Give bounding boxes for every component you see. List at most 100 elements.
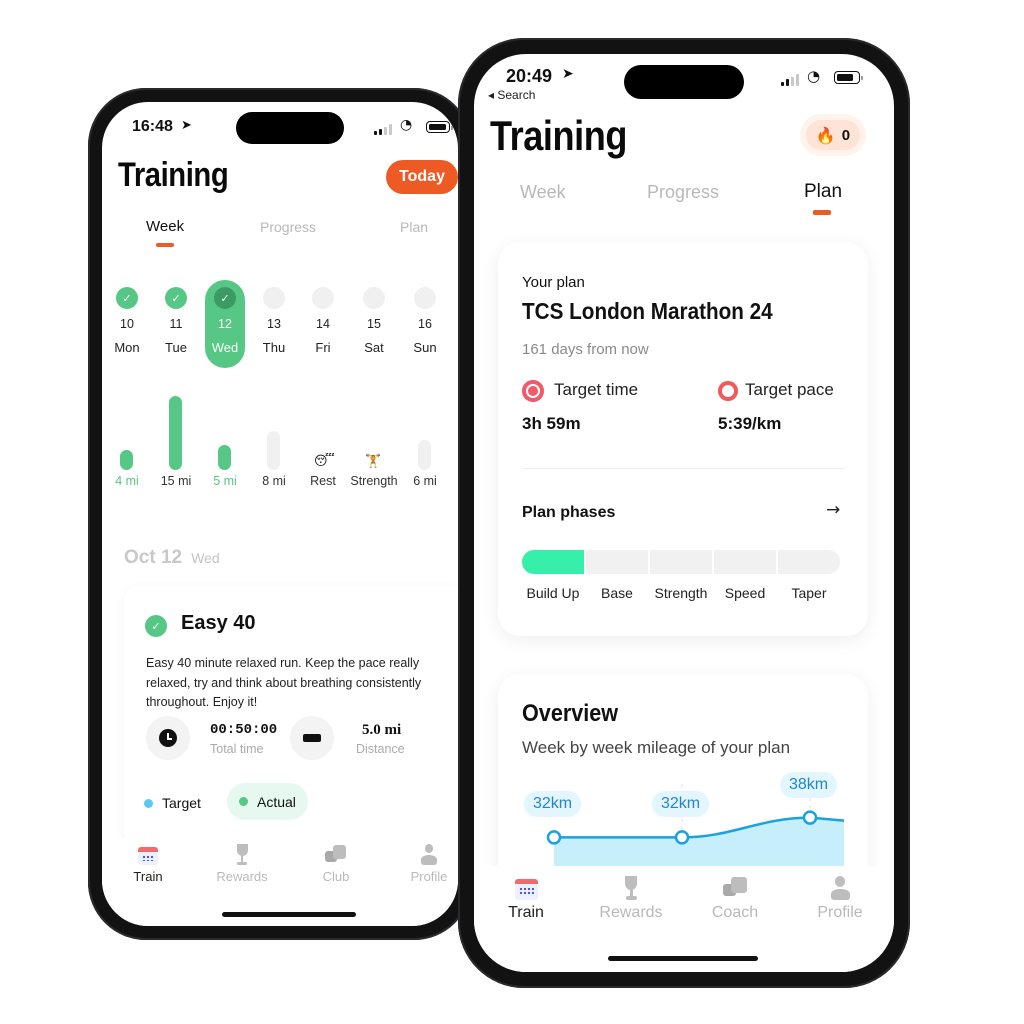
trophy-icon — [231, 844, 253, 866]
pending-dot — [414, 287, 436, 309]
pending-dot — [263, 287, 285, 309]
day-thu[interactable]: 13 Thu — [254, 284, 294, 374]
location-arrow-icon: ➤ — [562, 66, 574, 82]
mileage-point — [674, 830, 690, 845]
left-phone-screen: 16:48 ➤ ◔ Training Today Week Progress P… — [102, 102, 458, 926]
plan-card[interactable]: Your plan TCS London Marathon 24 161 day… — [498, 242, 868, 636]
tab-plan[interactable]: Plan — [804, 181, 842, 203]
day-number: 12 — [218, 317, 232, 331]
day-sat[interactable]: 15 Sat — [354, 284, 394, 374]
check-icon: ✓ — [214, 287, 236, 309]
target-dot — [144, 798, 153, 808]
stopwatch-icon — [718, 381, 738, 401]
toggle-target-label: Target — [162, 795, 201, 811]
target-pace-value: 5:39/km — [718, 414, 782, 433]
wifi-icon: ◔ — [807, 67, 821, 85]
day-fri[interactable]: 14 Fri — [303, 284, 343, 374]
pending-dot — [363, 287, 385, 309]
tabbar-label: Profile — [817, 904, 863, 921]
phase-segment-speed[interactable] — [714, 550, 776, 574]
day-mon[interactable]: ✓ 10 Mon — [107, 284, 147, 374]
phase-label: Strength — [654, 585, 708, 601]
day-number: 15 — [367, 317, 381, 331]
day-number: 13 — [267, 317, 281, 331]
day-number: 11 — [169, 317, 183, 331]
clock-icon — [159, 729, 177, 747]
tab-plan[interactable]: Plan — [400, 219, 428, 235]
tabbar-rewards[interactable]: Rewards — [202, 844, 282, 884]
back-to-search-link[interactable]: ◂ Search — [488, 88, 535, 102]
phase-segment-base[interactable] — [586, 550, 648, 574]
mileage-data-label: 32km — [652, 791, 710, 818]
day-tue[interactable]: ✓ 11 Tue — [156, 284, 196, 374]
tab-week[interactable]: Week — [146, 218, 184, 235]
plan-phases-arrow-icon[interactable]: → — [826, 500, 840, 520]
workout-description: Easy 40 minute relaxed run. Keep the pac… — [146, 656, 422, 709]
tabbar-profile[interactable]: Profile — [800, 876, 880, 922]
target-time-label: Target time — [554, 380, 639, 399]
day-sun[interactable]: 16 Sun — [405, 284, 445, 374]
day-wed[interactable]: ✓ 12 Wed — [205, 280, 245, 368]
target-pace-label: Target pace — [745, 380, 834, 399]
date-header: Oct 12 Wed — [124, 547, 220, 569]
weightlifter-icon: 🏋 — [365, 454, 382, 469]
tab-week[interactable]: Week — [520, 182, 566, 203]
mileage-data-label: 38km — [780, 771, 838, 798]
overview-title: Overview — [522, 700, 619, 727]
workout-card[interactable]: ✓ Easy 40 Easy 40 minute relaxed run. Ke… — [124, 586, 458, 846]
tabbar-label: Club — [322, 869, 350, 884]
mileage-bar — [169, 396, 182, 470]
streak-badge[interactable]: 🔥 0 — [800, 114, 866, 156]
tabbar-profile[interactable]: Profile — [389, 844, 458, 884]
distance-value: 5.0 mi — [362, 722, 402, 738]
phase-segment-taper[interactable] — [778, 550, 840, 574]
check-icon: ✓ — [165, 287, 187, 309]
phase-segment-strength[interactable] — [650, 550, 712, 574]
right-phone-screen: 20:49 ➤ ◂ Search ◔ Training 🔥 0 Week Pro… — [474, 54, 894, 972]
mileage-bar — [120, 450, 133, 470]
toggle-target[interactable]: Target — [144, 786, 201, 820]
tabbar-rewards[interactable]: Rewards — [591, 876, 671, 922]
total-time-value: 00:50:00 — [210, 722, 278, 738]
today-button[interactable]: Today — [386, 160, 458, 194]
day-number: 10 — [120, 317, 134, 331]
tabbar-coach[interactable]: Coach — [695, 876, 775, 922]
distance-label: Distance — [356, 742, 405, 756]
divider — [522, 468, 844, 469]
flame-icon: 🔥 — [815, 125, 836, 145]
phase-segment-build-up[interactable] — [522, 550, 584, 574]
dynamic-island — [624, 65, 744, 99]
right-phone: 20:49 ➤ ◂ Search ◔ Training 🔥 0 Week Pro… — [458, 38, 910, 988]
mileage-bar — [267, 430, 280, 470]
plan-countdown: 161 days from now — [522, 341, 649, 358]
status-time: 20:49 — [506, 66, 553, 86]
tabbar-label: Train — [133, 869, 163, 884]
target-icon — [522, 380, 544, 402]
tabbar-train[interactable]: Train — [108, 844, 188, 884]
person-icon — [828, 876, 853, 901]
day-name: Mon — [114, 340, 140, 355]
pending-dot — [312, 287, 334, 309]
tabbar-train[interactable]: Train — [486, 876, 566, 922]
day-name: Tue — [165, 340, 187, 355]
wifi-icon: ◔ — [400, 117, 413, 133]
tab-progress[interactable]: Progress — [647, 182, 719, 203]
page-title: Training — [490, 112, 628, 159]
plan-phases-title: Plan phases — [522, 504, 616, 521]
cellular-signal-icon — [374, 124, 392, 135]
calendar-icon — [514, 876, 539, 901]
tabbar-club[interactable]: Club — [296, 844, 376, 884]
cellular-signal-icon — [781, 74, 799, 86]
tab-plan-indicator — [813, 210, 831, 215]
tabbar-label: Coach — [711, 904, 759, 921]
actual-dot — [239, 797, 248, 806]
toggle-actual[interactable]: Actual — [227, 783, 308, 820]
mileage-bar — [218, 445, 231, 470]
mileage-label: 6 mi — [413, 474, 437, 488]
mileage-data-label: 32km — [524, 791, 582, 818]
distance-icon-bg — [290, 716, 334, 760]
workout-title: Easy 40 — [181, 612, 256, 634]
tab-progress[interactable]: Progress — [260, 219, 316, 235]
day-name: Fri — [315, 340, 331, 355]
workout-complete-icon: ✓ — [145, 615, 167, 637]
